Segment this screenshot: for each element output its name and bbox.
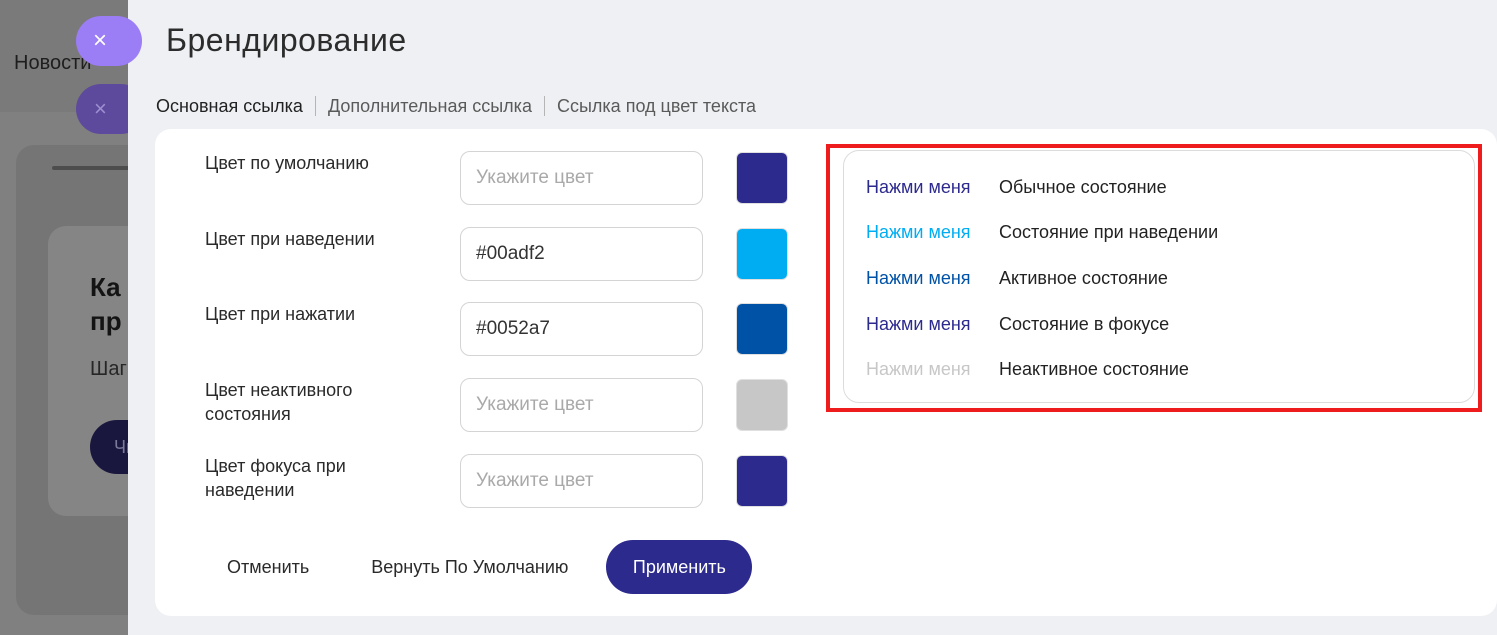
preview-desc-active: Активное состояние xyxy=(999,268,1168,288)
hover-color-swatch[interactable] xyxy=(736,228,788,280)
preview-desc-focus: Состояние в фокусе xyxy=(999,314,1170,334)
preview-desc-disabled: Неактивное состояние xyxy=(999,359,1189,379)
modal-title: Брендирование xyxy=(166,22,407,58)
focus-color-swatch[interactable] xyxy=(736,455,788,507)
pressed-color-swatch[interactable] xyxy=(736,303,788,355)
disabled-color-label: Цвет неактивного состояния xyxy=(205,380,353,424)
preview-desc-normal: Обычное состояние xyxy=(999,177,1167,197)
disabled-color-swatch[interactable] xyxy=(736,379,788,431)
link-states-preview: Нажми меня Обычное состояние Нажми меня … xyxy=(843,150,1475,403)
preview-link-focus[interactable]: Нажми меня xyxy=(866,312,999,336)
focus-color-input[interactable] xyxy=(460,454,703,508)
focus-color-label: Цвет фокуса при наведении xyxy=(205,456,346,500)
tab-text-color-link[interactable]: Ссылка под цвет текста xyxy=(545,92,768,120)
default-color-swatch[interactable] xyxy=(736,152,788,204)
hover-color-label: Цвет при наведении xyxy=(205,229,375,249)
close-modal-button[interactable]: × xyxy=(76,16,142,66)
preview-link-disabled: Нажми меня xyxy=(866,359,971,379)
close-icon: × xyxy=(93,27,108,54)
preview-desc-hover: Состояние при наведении xyxy=(999,222,1219,242)
link-type-tabs: Основная ссылка Дополнительная ссылка Сс… xyxy=(156,92,768,120)
reset-defaults-button[interactable]: Вернуть По Умолчанию xyxy=(371,557,568,578)
pressed-color-label: Цвет при нажатии xyxy=(205,304,356,324)
preview-row-active: Нажми меня Активное состояние xyxy=(866,266,1168,290)
preview-link-normal[interactable]: Нажми меня xyxy=(866,175,999,199)
branding-modal: Брендирование Основная ссылка Дополнител… xyxy=(128,0,1497,635)
preview-row-normal: Нажми меня Обычное состояние xyxy=(866,175,1167,199)
preview-row-hover: Нажми меня Состояние при наведении xyxy=(866,220,1218,244)
default-color-input[interactable] xyxy=(460,151,703,205)
preview-row-focus: Нажми меня Состояние в фокусе xyxy=(866,312,1169,336)
default-color-label: Цвет по умолчанию xyxy=(205,153,369,173)
apply-button[interactable]: Применить xyxy=(606,540,753,594)
pressed-color-input[interactable] xyxy=(460,302,703,356)
preview-link-hover[interactable]: Нажми меня xyxy=(866,220,999,244)
cancel-button[interactable]: Отменить xyxy=(227,557,309,578)
preview-row-disabled: Нажми меня Неактивное состояние xyxy=(866,357,1189,381)
tab-additional-link[interactable]: Дополнительная ссылка xyxy=(316,92,544,120)
tab-main-link[interactable]: Основная ссылка xyxy=(156,92,315,120)
hover-color-input[interactable] xyxy=(460,227,703,281)
preview-link-active[interactable]: Нажми меня xyxy=(866,266,999,290)
form-actions: Отменить Вернуть По Умолчанию Применить xyxy=(205,540,753,594)
disabled-color-input[interactable] xyxy=(460,378,703,432)
